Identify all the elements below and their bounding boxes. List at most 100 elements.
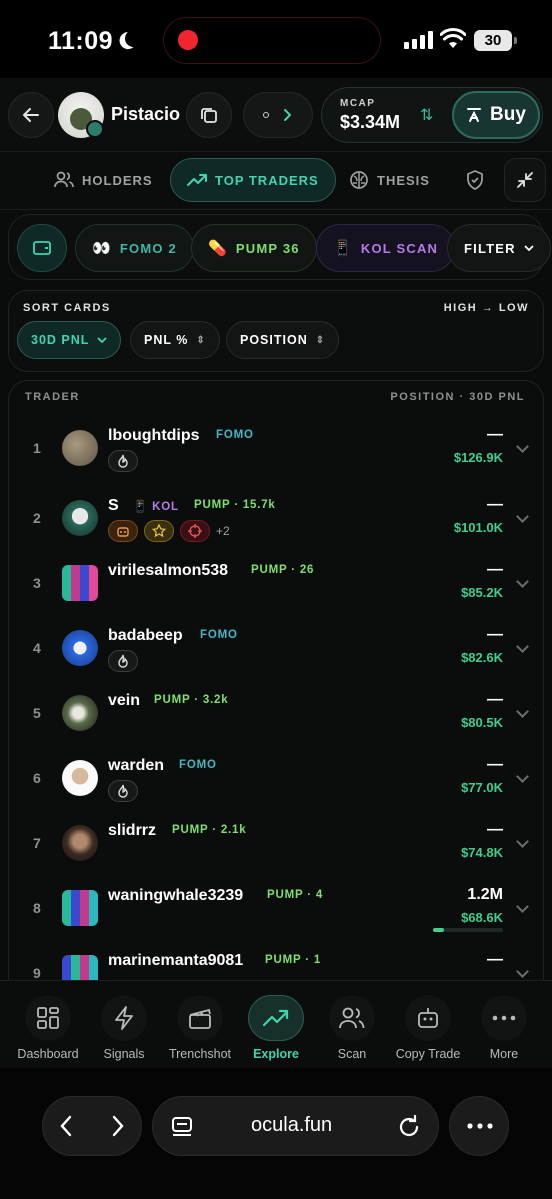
chevron-down-icon[interactable]: [516, 965, 529, 978]
phone-icon: 📱: [333, 240, 353, 257]
table-row[interactable]: 2 S 📱 KOL PUMP · 15.7k +2 — $101.0K: [9, 486, 543, 551]
wifi-icon: [440, 28, 466, 48]
dashboard-icon: [37, 1007, 59, 1029]
reload-icon[interactable]: [398, 1114, 420, 1138]
trader-rank: 7: [33, 835, 41, 851]
status-bar: 11:09 30: [0, 0, 552, 78]
browser-back-icon[interactable]: [59, 1115, 73, 1137]
tabs-icon[interactable]: [171, 1116, 193, 1138]
trader-name[interactable]: badabeep: [108, 627, 183, 645]
table-row[interactable]: 6 warden FOMO — $77.0K: [9, 746, 543, 811]
chevron-down-icon[interactable]: [516, 705, 529, 718]
tab-thesis[interactable]: THESIS: [349, 158, 430, 202]
avatar: [62, 500, 98, 536]
trending-up-icon: [187, 174, 207, 186]
filter-dropdown[interactable]: FILTER: [447, 224, 551, 272]
filter-kol-scan[interactable]: 📱 KOL SCAN: [316, 224, 456, 272]
nav-explore-label: Explore: [253, 1047, 299, 1061]
position-bar: [433, 928, 503, 932]
table-row[interactable]: 9 marinemanta9081 PUMP · 1 —: [9, 941, 543, 980]
filter-fomo-label: FOMO 2: [119, 240, 177, 256]
table-row[interactable]: 5 vein PUMP · 3.2k — $80.5K: [9, 681, 543, 746]
nav-explore[interactable]: Explore: [238, 995, 314, 1061]
nav-dashboard[interactable]: Dashboard: [10, 995, 86, 1061]
buy-button[interactable]: Buy: [452, 91, 540, 139]
nav-scan[interactable]: Scan: [314, 995, 390, 1061]
sort-panel: SORT CARDS HIGH → LOW 30D PNL PNL % ⇕ PO…: [8, 290, 544, 372]
table-row[interactable]: 7 slidrrz PUMP · 2.1k — $74.8K: [9, 811, 543, 876]
table-row[interactable]: 1 lboughtdips FOMO — $126.9K: [9, 416, 543, 481]
nav-trenchshot[interactable]: Trenchshot: [162, 995, 238, 1061]
trader-position: —: [487, 756, 503, 773]
trader-name[interactable]: lboughtdips: [108, 427, 200, 445]
trader-rank: 8: [33, 900, 41, 916]
nav-more[interactable]: More: [466, 995, 542, 1061]
status-time: 11:09: [48, 27, 136, 56]
back-button[interactable]: [8, 92, 54, 138]
tab-holders[interactable]: HOLDERS: [54, 158, 153, 202]
trader-pnl: $77.0K: [461, 780, 503, 795]
nav-copy-trade[interactable]: Copy Trade: [390, 995, 466, 1061]
trader-position: —: [487, 951, 503, 968]
trader-pnl: $101.0K: [453, 520, 503, 535]
table-row[interactable]: 8 waningwhale3239 PUMP · 4 1.2M $68.6K: [9, 876, 543, 941]
arrow-left-icon: [23, 108, 39, 122]
trader-pnl: $74.8K: [461, 845, 503, 860]
avatar: [62, 695, 98, 731]
tab-bar: HOLDERS TOP TRADERS THESIS: [0, 152, 552, 210]
chevron-down-icon[interactable]: [516, 900, 529, 913]
position-bar-fill: [433, 928, 444, 932]
chevron-down-icon[interactable]: [516, 835, 529, 848]
trader-name[interactable]: vein: [108, 692, 140, 710]
trader-name[interactable]: waningwhale3239: [108, 887, 243, 905]
wallet-filter-button[interactable]: [17, 224, 67, 272]
table-row[interactable]: 3 virilesalmon538 PUMP · 26 — $85.2K: [9, 551, 543, 616]
trader-position: —: [487, 496, 503, 513]
trader-tag: FOMO: [179, 759, 217, 771]
address-bar[interactable]: ocula.fun: [152, 1096, 439, 1156]
trader-tag: PUMP · 1: [265, 954, 322, 966]
filter-fomo[interactable]: 👀 FOMO 2: [75, 224, 194, 272]
browser-toolbar: ocula.fun: [0, 1068, 552, 1199]
tab-top-traders[interactable]: TOP TRADERS: [170, 158, 336, 202]
brain-icon: [350, 171, 368, 189]
chevron-down-icon: [524, 244, 534, 251]
more-links-button[interactable]: [243, 92, 313, 138]
nav-signals[interactable]: Signals: [86, 995, 162, 1061]
trader-name[interactable]: virilesalmon538: [108, 562, 228, 580]
trader-rank: 2: [33, 510, 41, 526]
nav-trenchshot-label: Trenchshot: [168, 1047, 232, 1061]
avatar: [62, 760, 98, 796]
swap-icon[interactable]: ⇅: [420, 105, 433, 125]
table-row[interactable]: 4 badabeep FOMO — $82.6K: [9, 616, 543, 681]
chevron-down-icon[interactable]: [516, 575, 529, 588]
eyes-icon: 👀: [92, 240, 112, 257]
chevron-down-icon[interactable]: [516, 770, 529, 783]
browser-forward-icon[interactable]: [111, 1115, 125, 1137]
trader-tag: PUMP · 26: [251, 564, 315, 576]
star-badge-icon: [144, 520, 174, 542]
tab-security[interactable]: [466, 158, 484, 202]
sort-pnl-percent[interactable]: PNL % ⇕: [130, 321, 220, 359]
trader-tag: PUMP · 4: [267, 889, 324, 901]
chevron-down-icon[interactable]: [516, 510, 529, 523]
signal-icon: [404, 31, 433, 49]
copy-button[interactable]: [186, 92, 232, 138]
browser-menu-button[interactable]: [449, 1096, 509, 1156]
trader-name[interactable]: warden: [108, 757, 164, 775]
sort-updown-icon: ⇕: [196, 334, 206, 346]
trader-pnl: $126.9K: [453, 450, 503, 465]
trader-name[interactable]: slidrrz: [108, 822, 156, 840]
sort-30d-pnl[interactable]: 30D PNL: [17, 321, 122, 359]
filter-pump[interactable]: 💊 PUMP 36: [191, 224, 317, 272]
trader-name[interactable]: S: [108, 497, 119, 515]
trader-name[interactable]: marinemanta9081: [108, 952, 243, 970]
trader-rank: 3: [33, 575, 41, 591]
sort-position-label: POSITION: [240, 333, 308, 347]
collapse-button[interactable]: [504, 158, 546, 202]
chevron-down-icon[interactable]: [516, 440, 529, 453]
browser-nav-group: [42, 1096, 142, 1156]
chevron-down-icon[interactable]: [516, 640, 529, 653]
sort-order-toggle[interactable]: HIGH → LOW: [444, 302, 529, 314]
sort-position[interactable]: POSITION ⇕: [226, 321, 340, 359]
